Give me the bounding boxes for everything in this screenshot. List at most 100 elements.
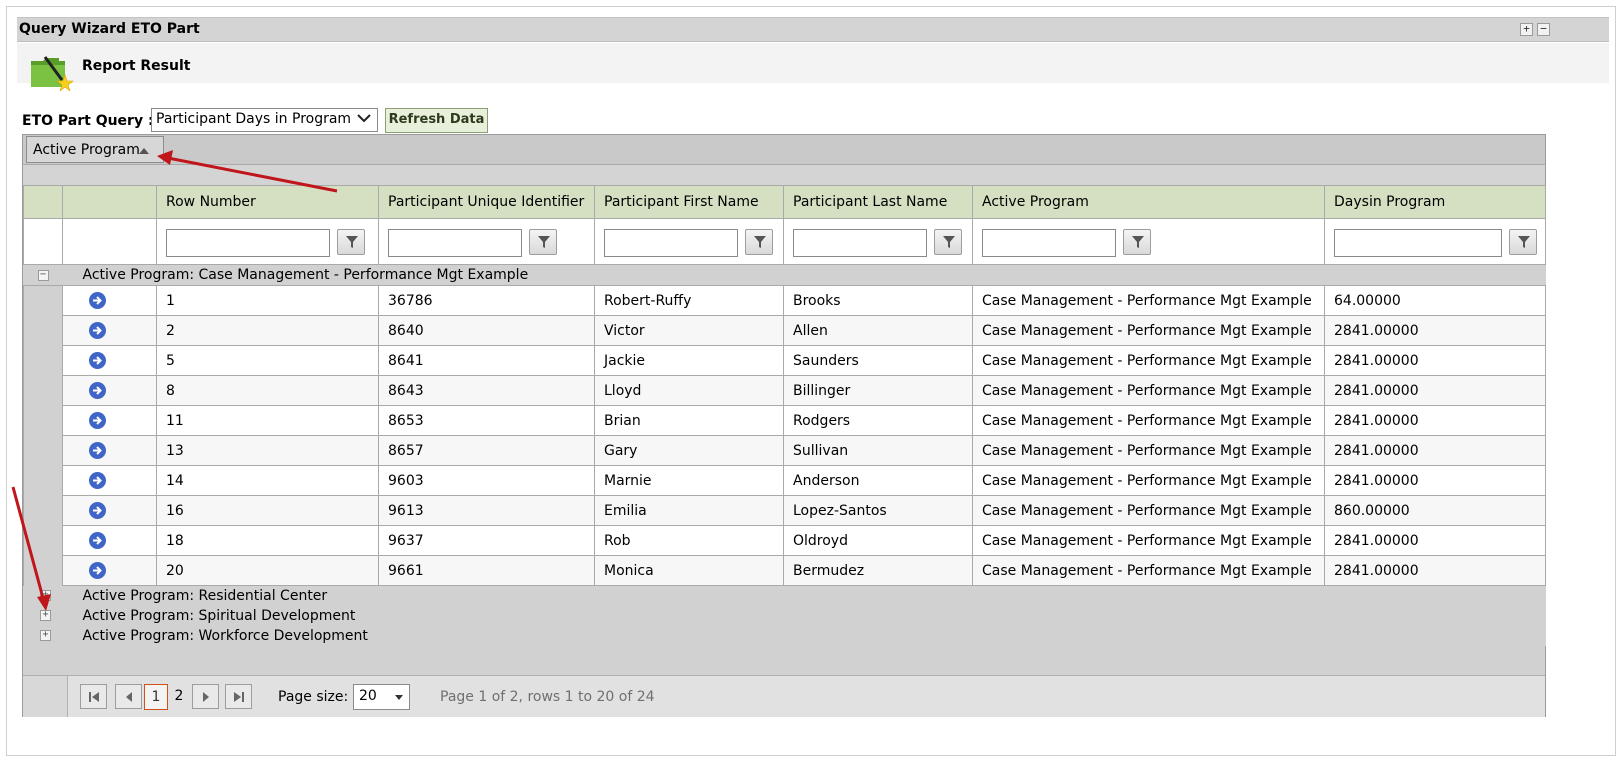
filter-button-first-name[interactable] — [745, 228, 773, 255]
filter-button-days-in-program[interactable] — [1509, 228, 1537, 255]
cell-days-in-program: 2841.00000 — [1324, 525, 1546, 556]
column-header-days-in-program[interactable]: Daysin Program — [1324, 185, 1546, 219]
go-arrow-icon[interactable] — [89, 472, 106, 489]
cell-first-name: Brian — [594, 405, 784, 436]
row-gutter — [23, 315, 63, 346]
cell-last-name: Saunders — [783, 345, 973, 376]
previous-page-button[interactable] — [115, 684, 142, 709]
filter-input-first-name[interactable] — [604, 228, 738, 257]
cell-last-name: Sullivan — [783, 435, 973, 466]
row-gutter — [23, 465, 63, 496]
go-arrow-icon[interactable] — [89, 322, 106, 339]
group-label: Active Program: Spiritual Development — [62, 605, 1546, 626]
cell-active-program: Case Management - Performance Mgt Exampl… — [972, 315, 1325, 346]
expand-toggle[interactable]: + — [40, 590, 51, 601]
cell-days-in-program: 2841.00000 — [1324, 555, 1546, 586]
filter-wrap-participant-id — [388, 226, 585, 258]
collapse-toggle[interactable]: − — [37, 269, 49, 281]
cell-participant-id: 9603 — [378, 465, 595, 496]
query-label: ETO Part Query : — [22, 113, 154, 129]
cell-participant-id: 8657 — [378, 435, 595, 466]
column-header-participant-id[interactable]: Participant Unique Identifier — [378, 185, 595, 219]
filter-wrap-row-number — [166, 226, 369, 258]
header-action — [62, 185, 157, 219]
query-select[interactable]: Participant Days in Program — [151, 108, 378, 132]
column-header-row-number[interactable]: Row Number — [156, 185, 379, 219]
page-1-link[interactable]: 1 — [144, 684, 168, 710]
go-arrow-icon[interactable] — [89, 292, 106, 309]
filter-input-participant-id[interactable] — [388, 228, 522, 257]
minimize-button[interactable]: − — [1537, 23, 1550, 36]
cell-last-name: Brooks — [783, 285, 973, 316]
cell-first-name: Emilia — [594, 495, 784, 526]
filter-button-participant-id[interactable] — [529, 228, 557, 255]
first-page-button[interactable] — [80, 684, 107, 709]
page-size-value: 20 — [359, 688, 377, 704]
row-action-cell — [62, 375, 157, 406]
cell-days-in-program: 2841.00000 — [1324, 465, 1546, 496]
column-header-last-name[interactable]: Participant Last Name — [783, 185, 973, 219]
cell-last-name: Lopez-Santos — [783, 495, 973, 526]
window-titlebar: Query Wizard ETO Part + − — [17, 17, 1609, 42]
go-arrow-icon[interactable] — [89, 442, 106, 459]
group-toggle-cell: + — [23, 585, 63, 606]
filter-input-last-name[interactable] — [793, 228, 927, 257]
last-page-button[interactable] — [225, 684, 252, 709]
cell-row-number: 20 — [156, 555, 379, 586]
filter-input-row-number[interactable] — [166, 228, 330, 257]
table-row: 1 36786 Robert-Ruffy Brooks Case Management … — [23, 285, 1546, 316]
sort-ascending-icon[interactable] — [139, 148, 149, 154]
cell-participant-id: 8643 — [378, 375, 595, 406]
group-label: Active Program: Residential Center — [62, 585, 1546, 606]
group-toggle-cell: + — [23, 625, 63, 646]
go-arrow-icon[interactable] — [89, 382, 106, 399]
page-2-link[interactable]: 2 — [167, 684, 191, 710]
go-arrow-icon[interactable] — [89, 502, 106, 519]
filter-button-row-number[interactable] — [337, 228, 365, 255]
cell-active-program: Case Management - Performance Mgt Exampl… — [972, 285, 1325, 316]
go-arrow-icon[interactable] — [89, 532, 106, 549]
row-gutter — [23, 525, 63, 556]
group-label: Active Program: Case Management - Perfor… — [62, 264, 1546, 286]
cell-last-name: Billinger — [783, 375, 973, 406]
row-action-cell — [62, 345, 157, 376]
page-size-select[interactable]: 20 — [353, 684, 410, 710]
cell-days-in-program: 2841.00000 — [1324, 375, 1546, 406]
row-action-cell — [62, 555, 157, 586]
filter-icon — [346, 235, 358, 248]
cell-active-program: Case Management - Performance Mgt Exampl… — [972, 495, 1325, 526]
filter-input-days-in-program[interactable] — [1334, 228, 1502, 257]
chevron-down-icon — [357, 111, 371, 129]
filter-wrap-days-in-program — [1334, 226, 1537, 258]
filter-action — [62, 218, 157, 265]
cell-first-name: Gary — [594, 435, 784, 466]
column-header-first-name[interactable]: Participant First Name — [594, 185, 784, 219]
column-header-active-program[interactable]: Active Program — [972, 185, 1325, 219]
row-gutter — [23, 345, 63, 376]
cell-last-name: Oldroyd — [783, 525, 973, 556]
expand-toggle[interactable]: + — [40, 630, 51, 641]
filter-cell-row-number — [156, 218, 379, 265]
cell-first-name: Rob — [594, 525, 784, 556]
cell-active-program: Case Management - Performance Mgt Exampl… — [972, 345, 1325, 376]
go-arrow-icon[interactable] — [89, 562, 106, 579]
cell-row-number: 1 — [156, 285, 379, 316]
cell-participant-id: 9661 — [378, 555, 595, 586]
go-arrow-icon[interactable] — [89, 412, 106, 429]
group-row-expanded: − Active Program: Case Management - Perfo… — [23, 264, 1546, 286]
cell-first-name: Marnie — [594, 465, 784, 496]
filter-button-active-program[interactable] — [1123, 228, 1151, 255]
row-gutter — [23, 555, 63, 586]
filter-wrap-last-name — [793, 226, 963, 258]
cell-days-in-program: 2841.00000 — [1324, 405, 1546, 436]
filter-button-last-name[interactable] — [934, 228, 962, 255]
filter-input-active-program[interactable] — [982, 228, 1116, 257]
next-page-button[interactable] — [192, 684, 219, 709]
refresh-data-button[interactable]: Refresh Data — [385, 108, 488, 133]
group-chip-active-program[interactable]: Active Program — [26, 136, 164, 163]
expand-toggle[interactable]: + — [40, 610, 51, 621]
maximize-button[interactable]: + — [1520, 23, 1533, 36]
row-action-cell — [62, 285, 157, 316]
go-arrow-icon[interactable] — [89, 352, 106, 369]
group-row-collapsed: + Active Program: Spiritual Development — [23, 605, 1546, 626]
